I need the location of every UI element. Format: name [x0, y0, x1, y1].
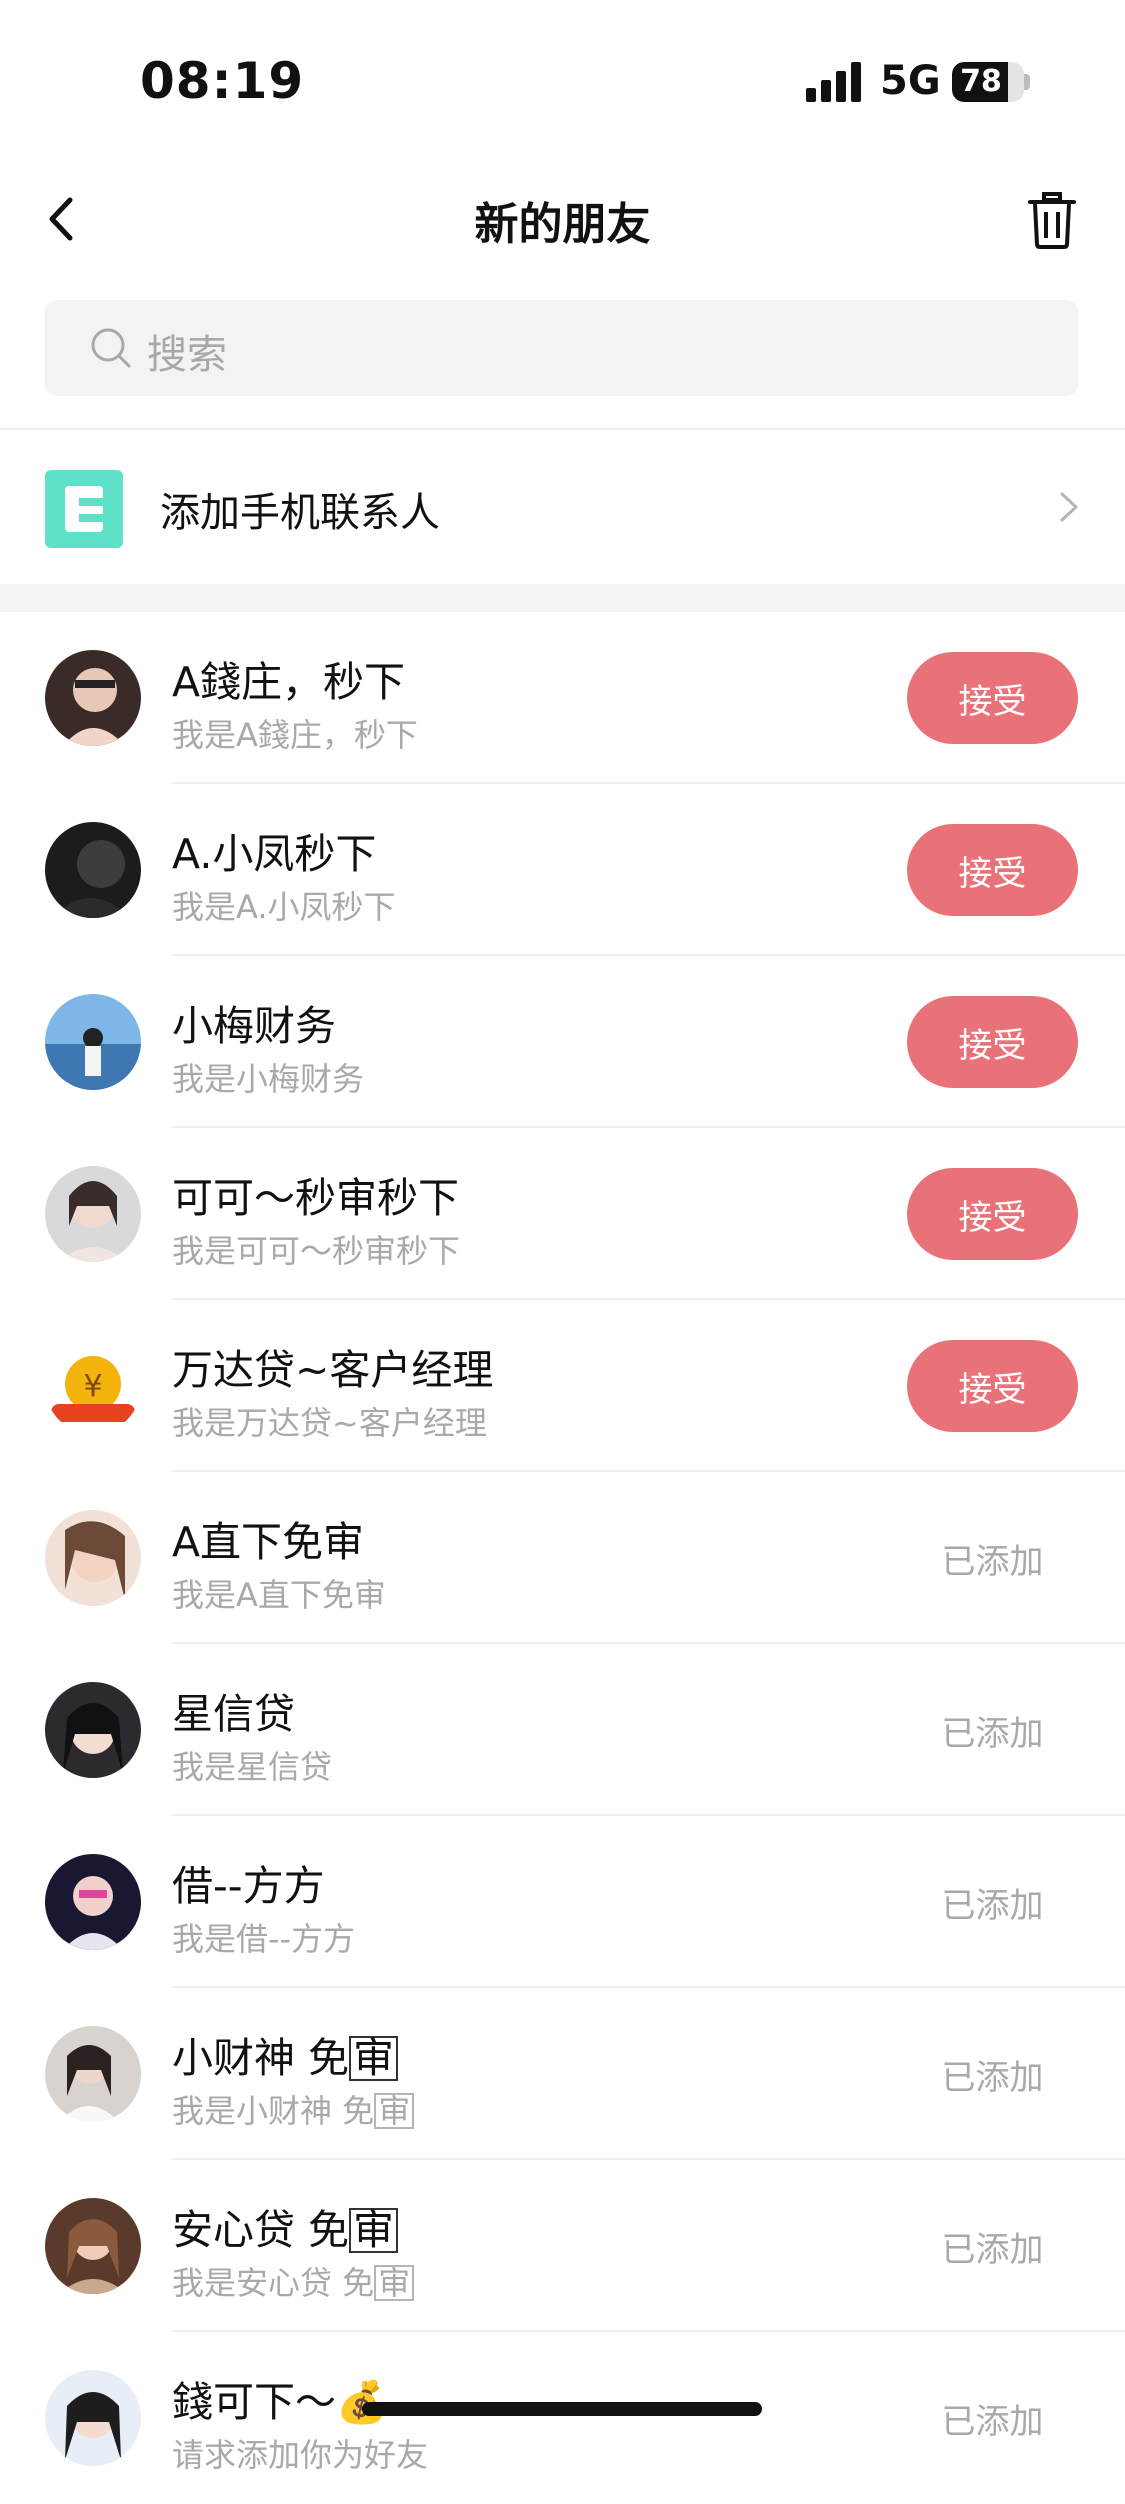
- add-phone-contacts-label: 添加手机联系人: [160, 490, 440, 536]
- search-input[interactable]: 搜索: [45, 300, 1078, 396]
- added-status: 已添加: [941, 2230, 1044, 2270]
- list-item[interactable]: ¥ 万达贷~客户经理 我是万达贷~客户经理 接受: [0, 1300, 1125, 1472]
- page-title: 新的朋友: [474, 199, 651, 250]
- contact-name: 可可～秒审秒下: [172, 1174, 459, 1222]
- contact-name: 星信贷: [172, 1690, 295, 1738]
- trash-icon[interactable]: [1022, 184, 1082, 254]
- home-indicator[interactable]: [362, 2402, 762, 2416]
- added-status: 已添加: [941, 2402, 1044, 2442]
- search-icon: [91, 328, 131, 368]
- list-item[interactable]: 小梅财务 我是小梅财务 接受: [0, 956, 1125, 1128]
- request-message: 我是A直下免审: [172, 1576, 386, 1614]
- request-message: 我是可可～秒审秒下: [172, 1232, 461, 1270]
- added-status: 已添加: [941, 1886, 1044, 1926]
- avatar: [45, 1854, 141, 1950]
- accept-button[interactable]: 接受: [907, 1168, 1078, 1260]
- list-item[interactable]: 借--方方 我是借--方方 已添加: [0, 1816, 1125, 1988]
- list-item[interactable]: 錢可下～💰 请求添加你为好友 已添加: [0, 2332, 1125, 2504]
- accept-button[interactable]: 接受: [907, 824, 1078, 916]
- request-message: 我是万达贷~客户经理: [172, 1404, 487, 1442]
- added-status: 已添加: [941, 1542, 1044, 1582]
- avatar: [45, 1510, 141, 1606]
- list-item[interactable]: 小财神 免审 我是小财神 免审 已添加: [0, 1988, 1125, 2160]
- added-status: 已添加: [941, 1714, 1044, 1754]
- network-type: 5G: [880, 58, 941, 104]
- request-message: 请求添加你为好友: [172, 2436, 429, 2474]
- signal-icon: [806, 62, 861, 102]
- accept-button[interactable]: 接受: [907, 996, 1078, 1088]
- avatar: [45, 2026, 141, 2122]
- svg-text:¥: ¥: [83, 1369, 102, 1404]
- request-message: 我是安心贷 免审: [172, 2258, 415, 2304]
- request-message: 我是A錢庄，秒下: [172, 716, 418, 754]
- contact-name: A錢庄，秒下: [172, 658, 406, 706]
- avatar: [45, 1682, 141, 1778]
- accept-button[interactable]: 接受: [907, 652, 1078, 744]
- contact-name: A.小凤秒下: [172, 830, 377, 878]
- list-item[interactable]: A直下免审 我是A直下免审 已添加: [0, 1472, 1125, 1644]
- request-message: 我是小财神 免审: [172, 2086, 415, 2132]
- contact-name: A直下免审: [172, 1518, 365, 1566]
- contact-name: 万达贷~客户经理: [172, 1346, 494, 1394]
- avatar: [45, 650, 141, 746]
- contact-name: 錢可下～💰: [172, 2378, 388, 2426]
- list-item[interactable]: 安心贷 免审 我是安心贷 免审 已添加: [0, 2160, 1125, 2332]
- avatar: [45, 2370, 141, 2466]
- request-message: 我是A.小凤秒下: [172, 888, 396, 926]
- contacts-app-icon: [45, 470, 123, 548]
- list-item[interactable]: 可可～秒审秒下 我是可可～秒审秒下 接受: [0, 1128, 1125, 1300]
- add-phone-contacts-row[interactable]: 添加手机联系人: [0, 430, 1125, 584]
- request-message: 我是借--方方: [172, 1920, 356, 1958]
- battery-icon: 78: [952, 62, 1024, 102]
- avatar: [45, 822, 141, 918]
- battery-percent: 78: [960, 64, 1002, 99]
- battery-tip: [1024, 74, 1030, 90]
- nav-bar: 新的朋友: [0, 170, 1125, 270]
- avatar: [45, 2198, 141, 2294]
- chevron-right-icon: [1060, 492, 1078, 522]
- friend-request-list: A錢庄，秒下 我是A錢庄，秒下 接受 A.小凤秒下 我是A.小凤秒下 接受 小梅…: [0, 612, 1125, 2504]
- status-time: 08:19: [140, 52, 305, 110]
- contact-name: 小财神 免审: [172, 2024, 399, 2084]
- list-item[interactable]: A錢庄，秒下 我是A錢庄，秒下 接受: [0, 612, 1125, 784]
- list-item[interactable]: A.小凤秒下 我是A.小凤秒下 接受: [0, 784, 1125, 956]
- contact-name: 小梅财务: [172, 1002, 336, 1050]
- section-gap: [0, 584, 1125, 612]
- avatar: ¥: [45, 1338, 141, 1434]
- request-message: 我是小梅财务: [172, 1060, 365, 1098]
- avatar: [45, 1166, 141, 1262]
- contact-name: 借--方方: [172, 1862, 325, 1910]
- added-status: 已添加: [941, 2058, 1044, 2098]
- list-item[interactable]: 星信贷 我是星信贷 已添加: [0, 1644, 1125, 1816]
- accept-button[interactable]: 接受: [907, 1340, 1078, 1432]
- status-bar: 08:19 5G 78: [0, 0, 1125, 150]
- avatar: [45, 994, 141, 1090]
- contact-name: 安心贷 免审: [172, 2196, 399, 2256]
- search-placeholder: 搜索: [147, 332, 227, 378]
- request-message: 我是星信贷: [172, 1748, 333, 1786]
